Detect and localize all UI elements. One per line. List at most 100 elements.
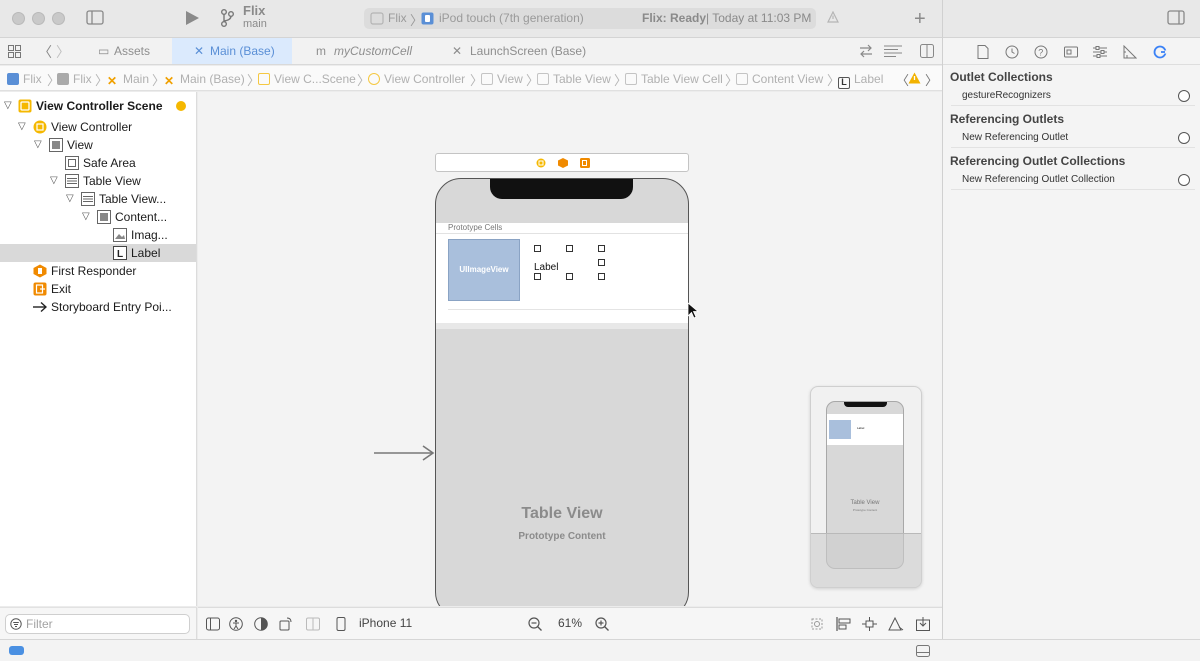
split-editor-icon[interactable] xyxy=(920,44,934,58)
outline-row-scene[interactable]: ▽ View Controller Scene xyxy=(0,97,196,115)
crumb-folder[interactable]: Flix xyxy=(57,71,92,87)
storyboard-entry-arrow[interactable] xyxy=(374,445,436,461)
swap-icon[interactable] xyxy=(858,44,874,58)
view-controller-frame[interactable]: Prototype Cells UIImageView Label Table … xyxy=(435,178,689,606)
crumb-label-item[interactable]: L Label xyxy=(838,71,883,89)
accessibility-icon[interactable] xyxy=(229,617,243,631)
crumb-table-view[interactable]: Table View xyxy=(537,71,611,87)
connection-circle-icon[interactable] xyxy=(1178,132,1190,144)
resize-handle[interactable] xyxy=(598,273,605,280)
tab-main-base[interactable]: ✕ Main (Base) xyxy=(172,38,292,64)
outline-row-table-view-cell[interactable]: ▽ Table View... xyxy=(0,190,196,208)
crumb-scene[interactable]: View C...Scene xyxy=(258,71,356,87)
outline-row-content-view[interactable]: ▽ Content... xyxy=(0,208,196,226)
run-icon[interactable] xyxy=(184,10,200,26)
resize-handle[interactable] xyxy=(534,273,541,280)
device-selector[interactable]: iPod touch (7th generation) xyxy=(439,11,584,25)
device-icon xyxy=(421,12,434,25)
issue-forward-icon[interactable]: 〉 xyxy=(925,70,938,89)
connection-circle-icon[interactable] xyxy=(1178,90,1190,102)
update-frames-icon[interactable] xyxy=(810,617,824,631)
warning-icon[interactable] xyxy=(908,72,921,84)
tab-my-custom-cell[interactable]: m myCustomCell xyxy=(300,38,430,64)
connection-circle-icon[interactable] xyxy=(1178,174,1190,186)
device-selector[interactable]: iPhone 11 xyxy=(359,616,412,630)
outline-row-safe-area[interactable]: Safe Area xyxy=(0,154,196,172)
align-icon[interactable] xyxy=(836,617,851,631)
zoom-out-icon[interactable] xyxy=(528,617,542,631)
orientation-icon[interactable] xyxy=(279,617,293,631)
crumb-table-view-cell[interactable]: Table View Cell xyxy=(625,71,723,87)
grid-icon[interactable] xyxy=(8,45,21,58)
project-name[interactable]: Flix xyxy=(243,3,265,18)
quick-help-icon[interactable]: ? xyxy=(1034,45,1048,59)
outline-row-view[interactable]: ▽ View xyxy=(0,136,196,154)
close-tab-icon[interactable]: ✕ xyxy=(194,38,204,64)
crumb-view-controller[interactable]: View Controller xyxy=(368,71,465,87)
close-window-button[interactable] xyxy=(12,12,25,25)
resize-handle[interactable] xyxy=(566,245,573,252)
outline-row-view-controller[interactable]: ▽ View Controller xyxy=(0,118,196,136)
identity-inspector-icon[interactable] xyxy=(1064,45,1078,59)
sidebar-toggle-icon[interactable] xyxy=(86,10,104,26)
chevron-down-icon[interactable]: ▽ xyxy=(34,136,42,154)
breakpoint-toggle-icon[interactable] xyxy=(9,646,24,655)
size-inspector-icon[interactable] xyxy=(1123,45,1137,59)
zoom-level[interactable]: 61% xyxy=(558,616,582,630)
scheme-selector[interactable]: Flix xyxy=(388,11,407,25)
history-inspector-icon[interactable] xyxy=(1005,45,1019,59)
tab-launch-screen[interactable]: ✕ LaunchScreen (Base) xyxy=(436,38,596,64)
canvas-bottom-bar: iPhone 11 61% xyxy=(198,607,942,639)
forward-icon[interactable]: 〉 xyxy=(56,42,70,62)
attributes-inspector-icon[interactable] xyxy=(1093,45,1107,59)
filter-input[interactable]: Filter xyxy=(5,614,190,634)
chevron-down-icon[interactable]: ▽ xyxy=(18,118,26,136)
layout-icon[interactable] xyxy=(306,617,320,631)
image-view[interactable]: UIImageView xyxy=(448,239,520,301)
chevron-down-icon[interactable]: ▽ xyxy=(82,208,90,226)
crumb-main[interactable]: ✕ Main xyxy=(107,71,149,88)
canvas-minimap[interactable]: Label Table View Prototype Content xyxy=(810,386,922,588)
chevron-down-icon[interactable]: ▽ xyxy=(66,190,74,208)
outline-row-table-view[interactable]: ▽ Table View xyxy=(0,172,196,190)
resize-handle[interactable] xyxy=(566,273,573,280)
view-controller-icon[interactable] xyxy=(536,158,546,168)
warning-icon[interactable] xyxy=(827,11,839,23)
add-icon[interactable]: + xyxy=(914,8,926,31)
minimap-viewport[interactable] xyxy=(811,533,921,587)
resize-handle[interactable] xyxy=(598,259,605,266)
outline-row-exit[interactable]: Exit xyxy=(0,280,196,298)
editor-options-icon[interactable] xyxy=(884,45,902,57)
zoom-window-button[interactable] xyxy=(52,12,65,25)
crumb-project[interactable]: Flix xyxy=(7,71,42,87)
tab-assets[interactable]: ▭ Assets xyxy=(90,38,170,64)
chevron-down-icon[interactable]: ▽ xyxy=(4,97,12,115)
connections-inspector-icon[interactable] xyxy=(1153,45,1167,59)
outline-toggle-icon[interactable] xyxy=(206,617,220,631)
exit-icon[interactable] xyxy=(580,158,590,168)
inspector-toggle-icon[interactable] xyxy=(1167,10,1185,26)
embed-in-icon[interactable] xyxy=(916,617,930,631)
outline-row-label[interactable]: L Label xyxy=(0,244,196,262)
minimize-window-button[interactable] xyxy=(32,12,45,25)
resolve-issues-icon[interactable] xyxy=(888,617,904,631)
zoom-in-icon[interactable] xyxy=(595,617,609,631)
debug-area-toggle-icon[interactable] xyxy=(916,645,930,657)
chevron-down-icon[interactable]: ▽ xyxy=(50,172,58,190)
crumb-view[interactable]: View xyxy=(481,71,523,87)
back-icon[interactable]: 〈 xyxy=(38,42,52,62)
resize-handle[interactable] xyxy=(534,245,541,252)
device-icon[interactable] xyxy=(334,617,348,631)
appearance-icon[interactable] xyxy=(254,617,268,631)
cell-label[interactable]: Label xyxy=(534,262,558,273)
crumb-content-view[interactable]: Content View xyxy=(736,71,823,87)
outline-row-image-view[interactable]: Imag... xyxy=(0,226,196,244)
resize-handle[interactable] xyxy=(598,245,605,252)
first-responder-icon[interactable] xyxy=(558,158,568,168)
outline-row-first-responder[interactable]: First Responder xyxy=(0,262,196,280)
storyboard-canvas[interactable]: Prototype Cells UIImageView Label Table … xyxy=(198,92,942,606)
file-inspector-icon[interactable] xyxy=(977,45,991,59)
add-constraints-icon[interactable] xyxy=(862,617,877,631)
crumb-main-base[interactable]: ✕ Main (Base) xyxy=(164,71,245,88)
outline-row-entry-point[interactable]: Storyboard Entry Poi... xyxy=(0,298,196,316)
